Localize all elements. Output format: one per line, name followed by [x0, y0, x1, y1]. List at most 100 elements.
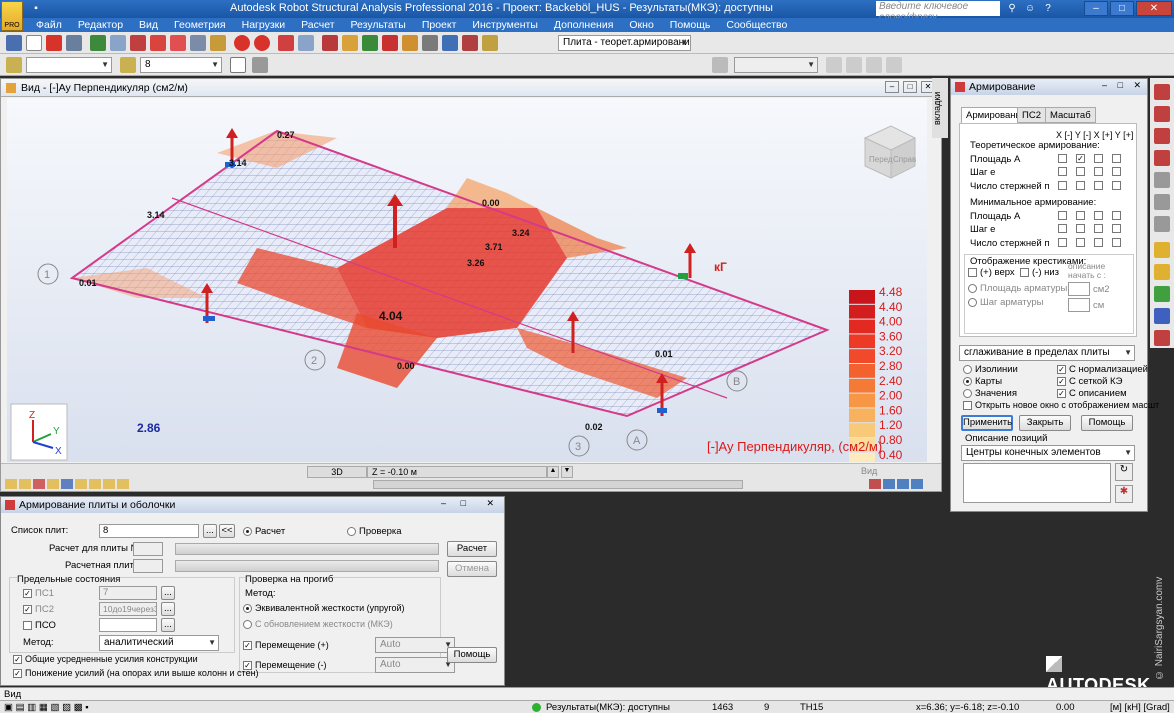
home-icon[interactable]	[230, 57, 246, 73]
print-icon[interactable]	[66, 35, 82, 51]
help-icon[interactable]: ?	[1040, 1, 1056, 16]
chk-minstep-xneg[interactable]	[1058, 224, 1067, 233]
frame-icon[interactable]	[886, 57, 902, 73]
chk-step-xpos[interactable]	[1094, 167, 1103, 176]
rt-icon[interactable]	[1154, 84, 1170, 100]
pso-input[interactable]	[99, 618, 157, 632]
strip-icon[interactable]	[33, 479, 45, 489]
strip-icon[interactable]	[869, 479, 881, 489]
case-icon[interactable]	[120, 57, 136, 73]
plate-list-input[interactable]: 8	[99, 524, 199, 538]
case-combo[interactable]: 8 ▼	[140, 57, 222, 73]
menu-file[interactable]: Файл	[28, 18, 70, 32]
open-structure-icon[interactable]	[6, 35, 22, 51]
chk-disp-plus[interactable]: ✓	[243, 641, 252, 650]
calc-button[interactable]: Расчет	[447, 541, 497, 557]
panel-minimize-button[interactable]: –	[1102, 80, 1107, 90]
chk-new-window[interactable]	[963, 401, 972, 410]
chk-minstep-ypos[interactable]	[1112, 224, 1121, 233]
chk-ps2[interactable]: ✓	[23, 605, 32, 614]
rt-icon[interactable]	[1154, 242, 1170, 258]
chk-minarea-xpos[interactable]	[1094, 211, 1103, 220]
help-panel-button[interactable]: Помощь	[1081, 415, 1133, 431]
undo-icon[interactable]	[234, 35, 250, 51]
ps1-input[interactable]: 7	[99, 586, 157, 600]
chk-ps1[interactable]: ✓	[23, 589, 32, 598]
book-icon[interactable]	[90, 35, 106, 51]
selection-icon[interactable]	[6, 57, 22, 73]
close-panel-button[interactable]: Закрыть	[1019, 415, 1071, 431]
app-logo-icon[interactable]: PRO	[1, 1, 23, 31]
lock-icon[interactable]	[322, 35, 338, 51]
user-icon[interactable]: ☺	[1022, 1, 1038, 16]
chk-minbars-xpos[interactable]	[1094, 238, 1103, 247]
calc-for-plate-input[interactable]	[133, 542, 163, 556]
maximize-button[interactable]: □	[1110, 1, 1134, 16]
level-down-button[interactable]: ▼	[561, 466, 573, 478]
ps1-browse-button[interactable]: ...	[161, 586, 175, 600]
chk-minbars-xneg[interactable]	[1058, 238, 1067, 247]
delete-icon[interactable]	[150, 35, 166, 51]
tools-small-icon[interactable]: ✱	[1115, 485, 1133, 503]
menu-results[interactable]: Результаты	[343, 18, 414, 32]
radio-rebar-step[interactable]	[968, 298, 977, 307]
smoothing-combo[interactable]: сглаживание в пределах плиты ▼	[959, 345, 1135, 361]
redo-icon[interactable]	[254, 35, 270, 51]
radio-updated-stiffness[interactable]	[243, 620, 252, 629]
search-input[interactable]: Введите ключевое слово/фразу	[876, 1, 1000, 23]
cut-icon[interactable]	[170, 35, 186, 51]
dialog-close-button[interactable]: ✕	[486, 498, 494, 509]
save-icon[interactable]	[46, 35, 62, 51]
position-desc-textarea[interactable]	[963, 463, 1111, 503]
zoom-icon[interactable]	[342, 35, 358, 51]
panel-icon[interactable]	[846, 57, 862, 73]
view-minimize-button[interactable]: –	[885, 81, 899, 93]
chk-bottom[interactable]	[1020, 268, 1029, 277]
menu-community[interactable]: Сообщество	[718, 18, 795, 32]
rt-icon[interactable]	[1154, 264, 1170, 280]
plate-view-canvas[interactable]: 1 2 3 A B кГ 0.27 3.14 0.00 0.01 3.71 3.…	[7, 98, 927, 462]
method-combo[interactable]: аналитический ▼	[99, 635, 219, 651]
menu-help[interactable]: Помощь	[662, 18, 719, 32]
display-icon[interactable]	[252, 57, 268, 73]
strip-icon[interactable]	[75, 479, 87, 489]
zoom-window-icon[interactable]	[362, 35, 378, 51]
chk-minstep-yneg[interactable]	[1076, 224, 1085, 233]
menu-window[interactable]: Окно	[621, 18, 661, 32]
command-line[interactable]: Вид	[0, 687, 1174, 700]
section-icon[interactable]	[712, 57, 728, 73]
new-icon[interactable]	[26, 35, 42, 51]
dialog-help-button[interactable]: Помощь	[447, 647, 497, 663]
rebar-step-input[interactable]	[1068, 298, 1090, 312]
strip-icon[interactable]	[89, 479, 101, 489]
ps2-browse-button[interactable]: ...	[161, 602, 175, 616]
layout-combo[interactable]: Плита - теорет.армирование ▼	[558, 35, 691, 51]
chk-minarea-xneg[interactable]	[1058, 211, 1067, 220]
chk-bars-yneg[interactable]	[1076, 181, 1085, 190]
rt-icon[interactable]	[1154, 150, 1170, 166]
tab-scale[interactable]: Масштаб	[1045, 107, 1096, 123]
minimize-button[interactable]: –	[1084, 1, 1108, 16]
strip-icon[interactable]	[47, 479, 59, 489]
chk-minstep-xpos[interactable]	[1094, 224, 1103, 233]
radio-rebar-area[interactable]	[968, 284, 977, 293]
strip-icon[interactable]	[883, 479, 895, 489]
radio-check[interactable]	[347, 527, 356, 536]
chk-bars-xneg[interactable]	[1058, 181, 1067, 190]
strip-icon[interactable]	[117, 479, 129, 489]
rt-icon[interactable]	[1154, 216, 1170, 232]
menu-loads[interactable]: Нагрузки	[234, 18, 294, 32]
dialog-maximize-button[interactable]: □	[461, 498, 466, 508]
close-button[interactable]: ✕	[1136, 1, 1172, 16]
chk-with-desc[interactable]: ✓	[1057, 389, 1066, 398]
selection-combo[interactable]: ▼	[26, 57, 112, 73]
solid-icon[interactable]	[866, 57, 882, 73]
ps2-input[interactable]: 10до19через3	[99, 602, 157, 616]
chk-reduction[interactable]: ✓	[13, 669, 22, 678]
rt-icon[interactable]	[1154, 308, 1170, 324]
section-combo[interactable]: ▼	[734, 57, 818, 73]
menu-edit[interactable]: Редактор	[70, 18, 131, 32]
wrench-icon[interactable]	[462, 35, 478, 51]
chk-step-xneg[interactable]	[1058, 167, 1067, 176]
strip-icon[interactable]	[19, 479, 31, 489]
